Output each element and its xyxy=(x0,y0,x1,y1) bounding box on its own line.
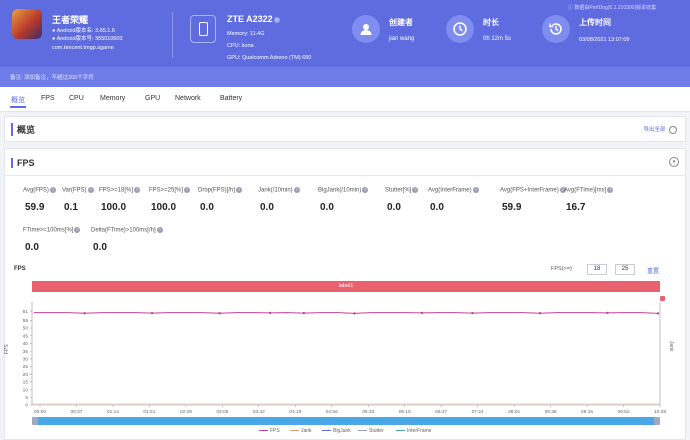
legend-label: Jank xyxy=(301,428,312,434)
y-tick-label: 50 xyxy=(23,326,29,332)
y-tick-label: 35 xyxy=(23,349,29,355)
x-tick-label: 06:47 xyxy=(435,409,447,415)
legend-item[interactable]: Stutter xyxy=(358,428,384,434)
y-tick-label: 15 xyxy=(23,380,29,386)
legend-swatch xyxy=(396,430,405,432)
y-tick-label: 40 xyxy=(23,341,29,347)
x-tick-label: 04:56 xyxy=(326,409,338,415)
x-tick-label: 01:14 xyxy=(107,409,119,415)
x-tick-label: 09:15 xyxy=(581,409,593,415)
x-tick-label: 01:51 xyxy=(143,409,155,415)
time-range-scrollbar[interactable] xyxy=(32,417,660,425)
y-tick-label: 0 xyxy=(25,403,28,409)
scroll-handle-right[interactable] xyxy=(654,417,660,425)
legend-swatch xyxy=(259,430,268,432)
legend-label: BigJank xyxy=(333,428,351,434)
fps-point xyxy=(302,311,306,315)
x-tick-label: 08:38 xyxy=(545,409,557,415)
y-tick-label: 61 xyxy=(23,309,29,315)
y-tick-label: 5 xyxy=(25,395,28,401)
fps-chart: 05101520253035404550556100:00 00:37 01:14 0… xyxy=(23,302,666,415)
x-tick-label: 03:42 xyxy=(253,409,265,415)
fps-series-line xyxy=(34,312,659,314)
fps-point xyxy=(83,312,86,315)
x-tick-label: 07:24 xyxy=(472,409,484,415)
legend-item[interactable]: BigJank xyxy=(322,428,351,434)
fps-point xyxy=(471,311,474,315)
legend-item[interactable]: FPS xyxy=(259,428,280,434)
x-tick-label: 00:00 xyxy=(34,409,46,415)
y-tick-label: 30 xyxy=(23,357,29,363)
fps-point xyxy=(353,312,356,315)
legend-item[interactable]: Jank xyxy=(290,428,312,434)
legend-swatch xyxy=(290,430,299,432)
fps-point xyxy=(420,311,424,315)
y-tick-label: 20 xyxy=(23,372,29,378)
x-tick-label: 02:28 xyxy=(180,409,192,415)
x-tick-label: 00:37 xyxy=(70,409,82,415)
scroll-handle-left[interactable] xyxy=(32,417,38,425)
y-tick-label: 45 xyxy=(23,333,29,339)
legend-label: Stutter xyxy=(369,428,384,434)
x-tick-label: 08:01 xyxy=(508,409,520,415)
y-tick-label: 10 xyxy=(23,387,29,393)
legend-swatch xyxy=(322,430,331,432)
legend-label: InterFrame xyxy=(407,428,432,434)
y-tick-label: 55 xyxy=(23,318,29,324)
y-tick-label: 25 xyxy=(23,364,29,370)
fps-point xyxy=(150,311,154,315)
fps-point xyxy=(218,312,221,315)
legend-swatch xyxy=(358,430,367,432)
fps-point xyxy=(538,312,542,315)
fps-point xyxy=(606,311,609,315)
x-tick-label: 05:33 xyxy=(362,409,374,415)
legend-item[interactable]: InterFrame xyxy=(396,428,431,434)
fps-point xyxy=(268,311,272,315)
x-tick-label: 09:52 xyxy=(618,409,630,415)
legend-label: FPS xyxy=(270,428,280,434)
x-tick-label: 03:05 xyxy=(216,409,228,415)
x-tick-label: 06:10 xyxy=(399,409,411,415)
fps-point xyxy=(656,312,660,315)
x-tick-label: 10:29 xyxy=(654,409,666,415)
x-tick-label: 04:19 xyxy=(289,409,301,415)
